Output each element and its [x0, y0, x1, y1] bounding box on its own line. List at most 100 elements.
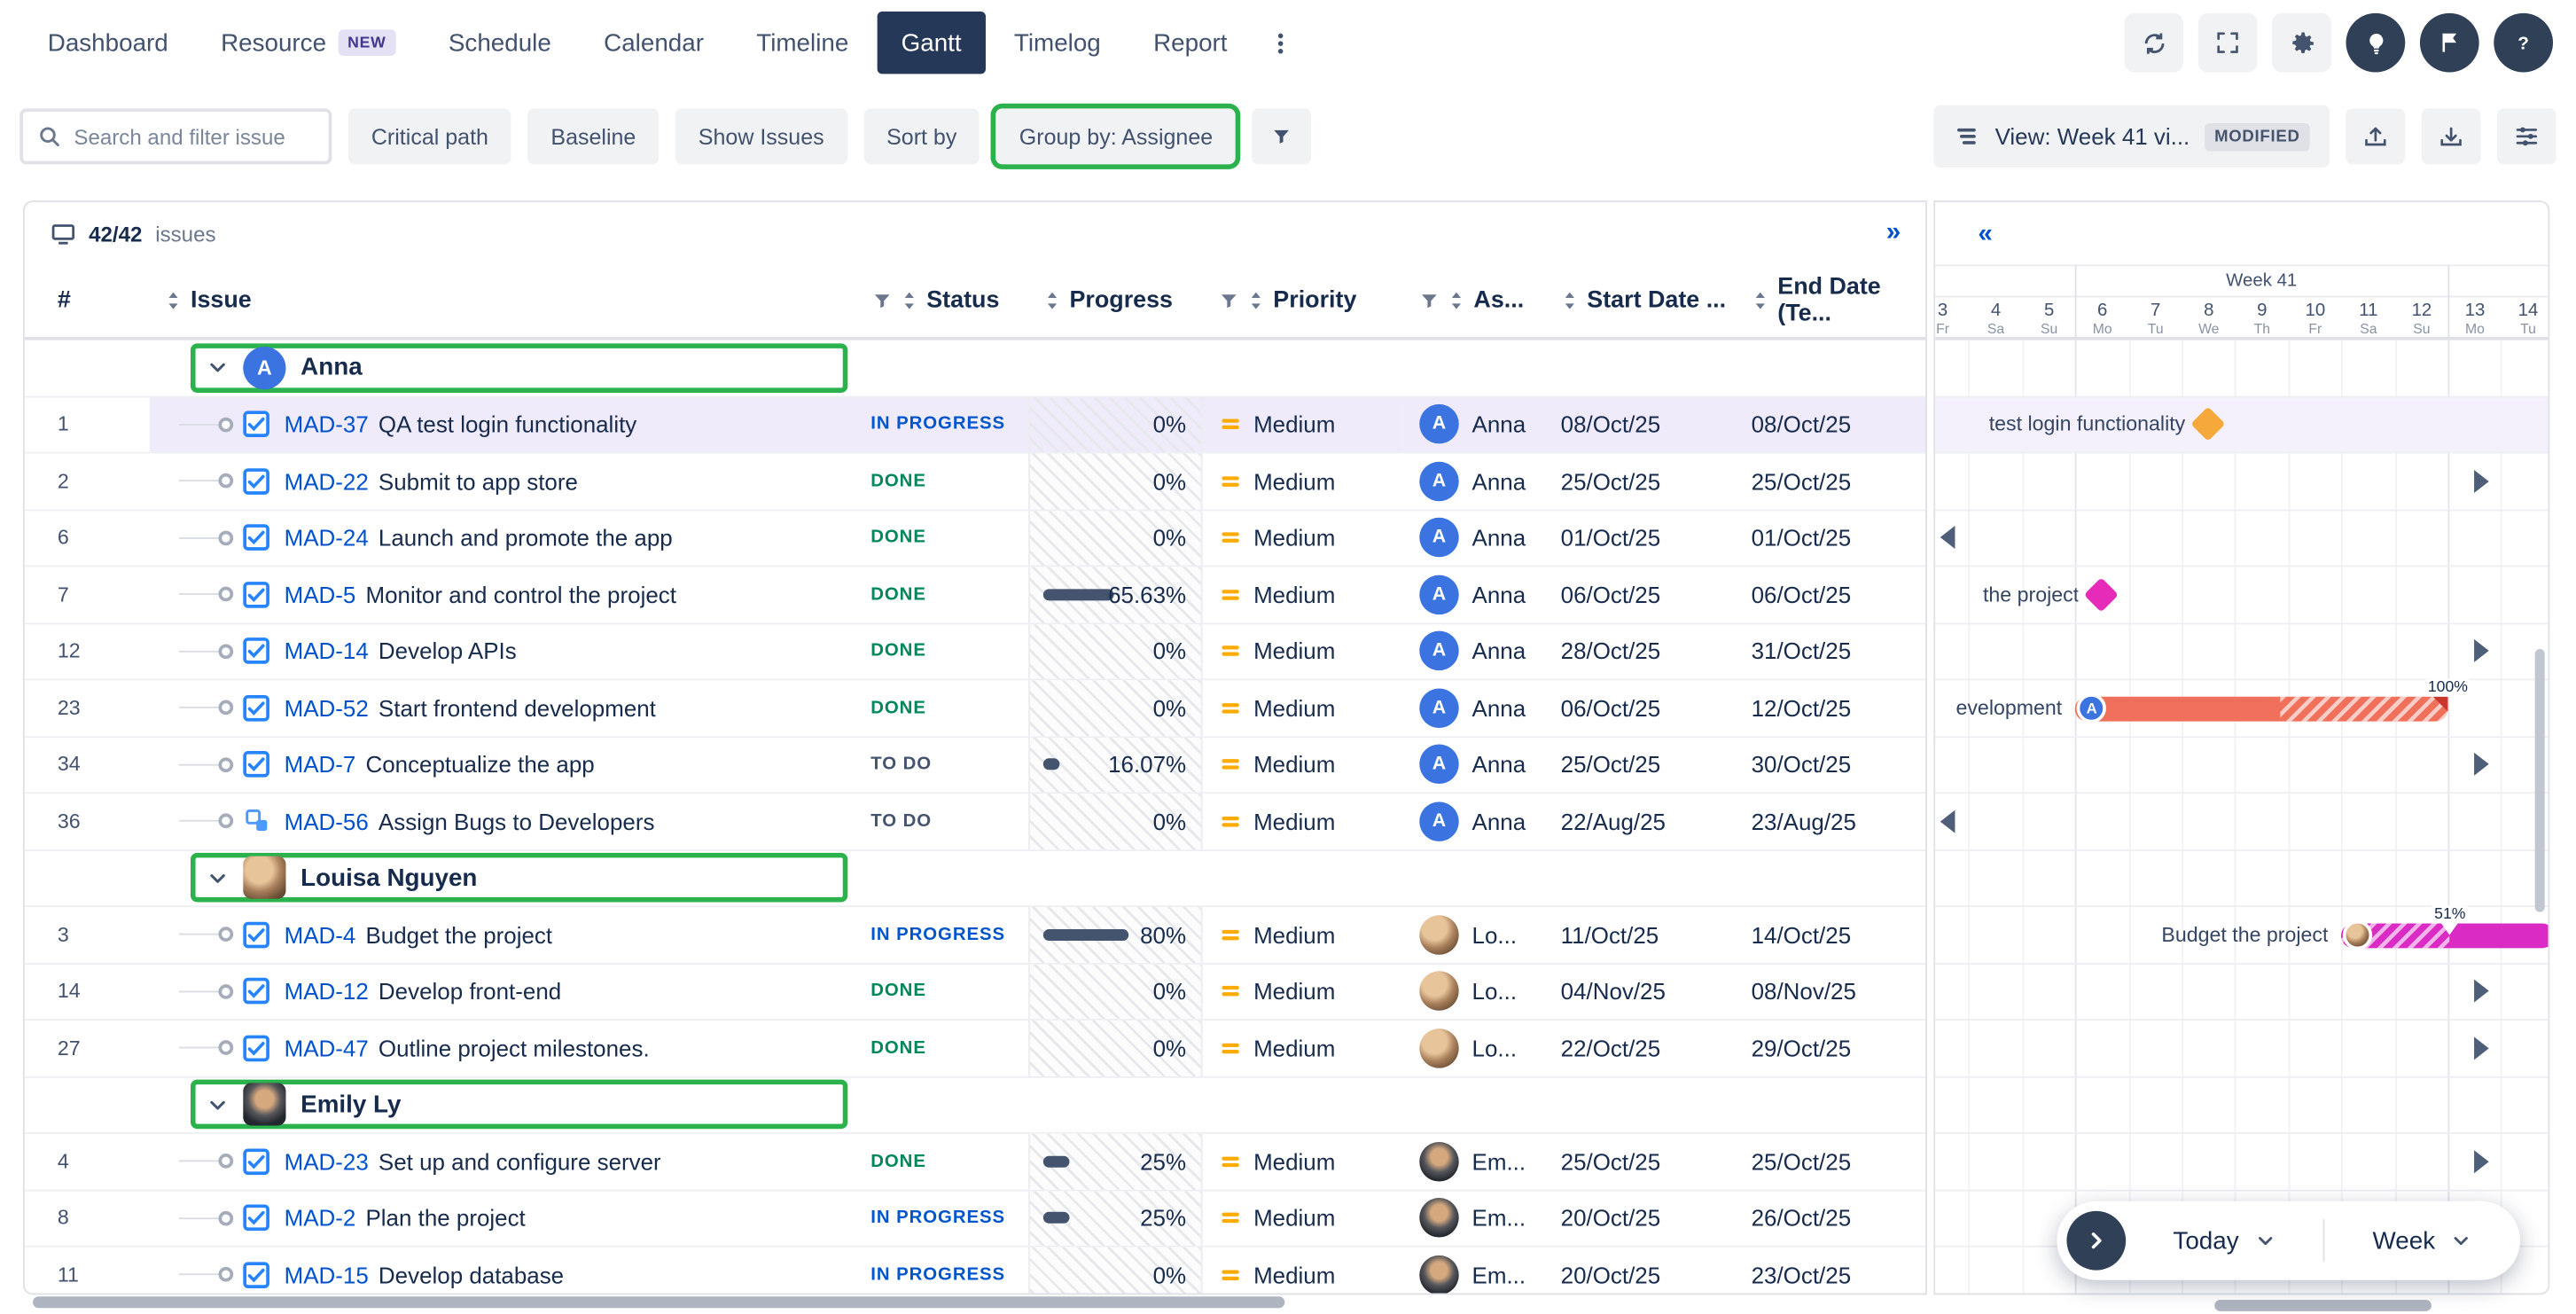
flag-button[interactable] — [2420, 13, 2479, 73]
issue-key-link[interactable]: MAD-22 — [285, 468, 369, 495]
sort-by-button[interactable]: Sort by — [863, 108, 980, 164]
day-header[interactable]: 14Tu — [2501, 301, 2549, 337]
column-header-end[interactable]: End Date (Te... — [1737, 264, 1925, 337]
day-header[interactable]: 12Su — [2394, 301, 2448, 337]
issue-key-link[interactable]: MAD-47 — [285, 1035, 369, 1061]
issue-row[interactable]: 4MAD-23Set up and configure serverDONE25… — [25, 1134, 1925, 1191]
search-box[interactable] — [20, 108, 332, 164]
column-header-priority[interactable]: Priority — [1203, 264, 1403, 337]
milestone-diamond[interactable] — [2084, 577, 2119, 612]
day-header[interactable]: 6Mo — [2075, 301, 2129, 337]
day-header[interactable]: 8We — [2182, 301, 2236, 337]
tree-toggle-dot[interactable] — [218, 587, 233, 602]
lightbulb-button[interactable] — [2346, 13, 2406, 73]
baseline-button[interactable]: Baseline — [527, 108, 659, 164]
issue-checkbox[interactable] — [243, 751, 269, 778]
tree-toggle-dot[interactable] — [218, 700, 233, 716]
chevdown-icon[interactable] — [207, 867, 229, 888]
group-header-emily-ly[interactable]: Emily Ly — [191, 1080, 847, 1130]
nav-item-calendar[interactable]: Calendar — [579, 12, 728, 74]
tree-toggle-dot[interactable] — [218, 417, 233, 432]
column-header-progress[interactable]: Progress — [1028, 264, 1202, 337]
tree-toggle-dot[interactable] — [218, 927, 233, 942]
issue-key-link[interactable]: MAD-4 — [285, 921, 356, 948]
tree-toggle-dot[interactable] — [218, 644, 233, 659]
nav-item-timeline[interactable]: Timeline — [731, 12, 873, 74]
offscreen-right-arrow[interactable] — [2474, 639, 2489, 662]
nav-item-timelog[interactable]: Timelog — [989, 12, 1125, 74]
tree-toggle-dot[interactable] — [218, 1267, 233, 1282]
issue-row[interactable]: 7MAD-5Monitor and control the projectDON… — [25, 567, 1925, 623]
today-button[interactable]: Today — [2126, 1201, 2322, 1280]
day-header[interactable]: 7Tu — [2128, 301, 2182, 337]
tree-toggle-dot[interactable] — [218, 757, 233, 772]
tree-toggle-dot[interactable] — [218, 473, 233, 489]
issue-checkbox[interactable] — [243, 525, 269, 551]
tree-toggle-dot[interactable] — [218, 1154, 233, 1169]
group-header-louisa-nguyen[interactable]: Louisa Nguyen — [191, 853, 847, 903]
chevdown-icon[interactable] — [207, 357, 229, 379]
issue-row[interactable]: 11MAD-15Develop databaseIN PROGRESS0%Med… — [25, 1248, 1925, 1295]
day-header[interactable]: 4Sa — [1969, 301, 2023, 337]
help-button[interactable]: ? — [2494, 13, 2553, 73]
issue-checkbox[interactable] — [243, 638, 269, 665]
issue-checkbox[interactable] — [243, 1148, 269, 1175]
issue-checkbox[interactable] — [243, 694, 269, 721]
fullscreen-button[interactable] — [2198, 13, 2258, 73]
day-header[interactable]: 9Th — [2235, 301, 2289, 337]
issue-key-link[interactable]: MAD-23 — [285, 1148, 369, 1175]
group-header-anna[interactable]: AAnna — [191, 343, 847, 393]
issue-checkbox[interactable] — [243, 1205, 269, 1232]
issue-key-link[interactable]: MAD-12 — [285, 978, 369, 1005]
nav-more-button[interactable] — [1255, 12, 1305, 74]
tree-toggle-dot[interactable] — [218, 1041, 233, 1056]
tree-toggle-dot[interactable] — [218, 984, 233, 999]
issue-key-link[interactable]: MAD-15 — [285, 1262, 369, 1288]
gear-button[interactable] — [2272, 13, 2331, 73]
issue-row[interactable]: 34MAD-7Conceptualize the appTO DO16.07%M… — [25, 737, 1925, 794]
column-header-assignee[interactable]: As... — [1403, 264, 1546, 337]
offscreen-right-arrow[interactable] — [2474, 753, 2489, 776]
tree-toggle-dot[interactable] — [218, 530, 233, 545]
offscreen-right-arrow[interactable] — [2474, 980, 2489, 1003]
sync-button[interactable] — [2124, 13, 2183, 73]
issue-row[interactable]: 3MAD-4Budget the projectIN PROGRESS80%Me… — [25, 907, 1925, 964]
nav-item-dashboard[interactable]: Dashboard — [23, 12, 193, 74]
day-header[interactable]: 11Sa — [2341, 301, 2395, 337]
issue-checkbox[interactable] — [243, 1035, 269, 1061]
expand-table-button[interactable]: » — [1886, 220, 1900, 246]
chevdown-icon[interactable] — [207, 1094, 229, 1115]
issue-row[interactable]: 1MAD-37QA test login functionalityIN PRO… — [25, 397, 1925, 454]
show-issues-button[interactable]: Show Issues — [675, 108, 847, 164]
table-horizontal-scrollbar[interactable] — [33, 1296, 1284, 1308]
gantt-bar[interactable]: A — [2075, 696, 2447, 721]
issue-checkbox[interactable] — [243, 978, 269, 1005]
view-selector[interactable]: View: Week 41 vi... MODIFIED — [1934, 106, 2330, 168]
column-header-issue[interactable]: Issue — [150, 264, 856, 337]
issue-row[interactable]: 12MAD-14Develop APIsDONE0%MediumAAnna28/… — [25, 623, 1925, 680]
offscreen-left-arrow[interactable] — [1940, 527, 1955, 550]
issue-key-link[interactable]: MAD-7 — [285, 751, 356, 778]
nav-item-resource[interactable]: ResourceNEW — [196, 12, 420, 74]
issue-row[interactable]: 2MAD-22Submit to app storeDONE0%MediumAA… — [25, 454, 1925, 511]
zoom-level-button[interactable]: Week — [2323, 1201, 2519, 1280]
download-button[interactable] — [2422, 108, 2481, 164]
nav-item-gantt[interactable]: Gantt — [877, 12, 987, 74]
issue-key-link[interactable]: MAD-52 — [285, 694, 369, 721]
issue-row[interactable]: 14MAD-12Develop front-endDONE0%MediumLo.… — [25, 964, 1925, 1021]
issue-key-link[interactable]: MAD-14 — [285, 638, 369, 665]
column-header-num[interactable]: # — [25, 264, 150, 337]
issue-key-link[interactable]: MAD-24 — [285, 525, 369, 551]
issue-key-link[interactable]: MAD-5 — [285, 582, 356, 608]
group-by-button[interactable]: Group by: Assignee — [996, 108, 1236, 164]
upload-button[interactable] — [2346, 108, 2406, 164]
gantt-vertical-scrollbar[interactable] — [2535, 649, 2545, 912]
issue-checkbox[interactable] — [243, 411, 269, 438]
filter-button[interactable] — [1253, 108, 1312, 164]
day-header[interactable]: 10Fr — [2288, 301, 2342, 337]
day-header[interactable]: 13Mo — [2447, 301, 2502, 337]
tree-toggle-dot[interactable] — [218, 814, 233, 829]
gantt-horizontal-scrollbar[interactable] — [2214, 1300, 2432, 1311]
milestone-diamond[interactable] — [2191, 407, 2226, 442]
issue-row[interactable]: 27MAD-47Outline project milestones.DONE0… — [25, 1021, 1925, 1077]
